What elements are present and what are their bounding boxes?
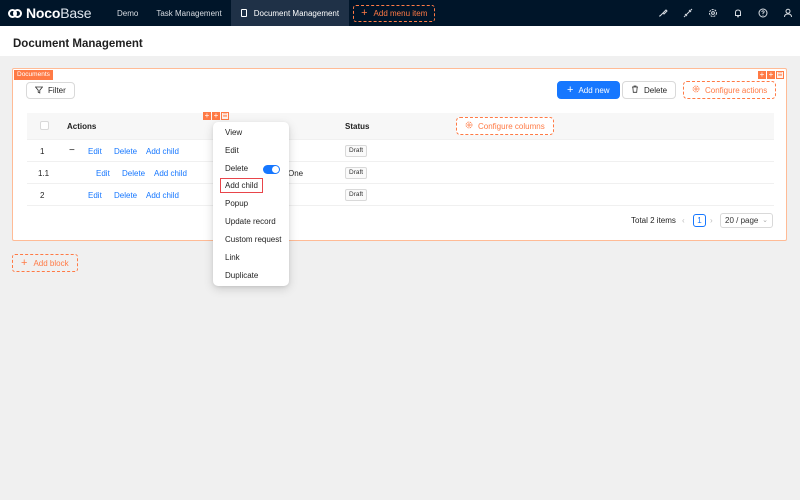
next-page-icon[interactable]: › [710,216,713,225]
add-new-button[interactable]: + Add new [557,81,620,99]
filter-label: Filter [48,86,66,95]
plus-icon: + [21,257,28,269]
logo-text: NocoBase [26,5,92,21]
trash-icon [631,85,639,95]
row-index: 2 [40,191,45,200]
nav-item-label: Document Management [253,8,340,18]
row-delete-link[interactable]: Delete [122,169,145,178]
drag-handle-icon[interactable]: + [758,71,766,79]
table-row[interactable]: 1.1 Edit Delete Add child One Draft [27,162,774,184]
block-designer-controls: + + ≡ [758,71,784,79]
column-settings-dropdown: View Edit Delete Add child Popup Update … [213,122,289,286]
status-badge: Draft [345,145,368,157]
row-delete-link[interactable]: Delete [114,191,137,200]
bell-icon[interactable] [725,0,750,26]
nocobase-logo[interactable]: NocoBase [8,5,108,21]
block-settings-icon[interactable]: ≡ [776,71,784,79]
filter-icon [34,86,44,96]
table-row[interactable]: 1 − Edit Delete Add child Draft [27,140,774,162]
add-new-label: Add new [578,85,610,95]
block-collection-tag: Documents [14,70,53,80]
column-designer-controls: + + ≡ [203,112,229,120]
chevron-down-icon: ⌄ [762,217,768,224]
menu-item-delete[interactable]: Delete [225,164,248,173]
brush-icon[interactable] [650,0,675,26]
configure-actions-button[interactable]: Configure actions [683,81,777,99]
page-title: Document Management [13,38,143,50]
collapse-row-icon[interactable]: − [69,145,75,156]
configure-columns-button[interactable]: Configure columns [456,117,554,135]
menu-item-duplicate[interactable]: Duplicate [225,271,258,280]
plus-icon: + [361,7,368,19]
nav-item-document-management[interactable]: Document Management [230,0,350,26]
pagination-total: Total 2 items [631,216,676,225]
row-index: 1 [40,147,45,156]
nav-item-demo[interactable]: Demo [108,0,147,26]
table-row[interactable]: 2 Edit Delete Add child Draft [27,184,774,206]
page-number-current[interactable]: 1 [693,214,706,227]
help-circle-icon[interactable] [750,0,775,26]
documents-table-block: Documents + + ≡ Filter + Add new Delete … [12,68,787,241]
add-menu-item-button[interactable]: + Add menu item [353,4,436,22]
delete-button[interactable]: Delete [622,81,677,99]
settings-gear-icon[interactable] [700,0,725,26]
configure-columns-label: Configure columns [478,121,545,131]
row-add-child-link[interactable]: Add child [146,147,179,156]
insert-icon[interactable]: + [212,112,220,120]
row-index: 1.1 [38,169,50,178]
user-icon[interactable] [775,0,800,26]
configure-actions-label: Configure actions [705,85,768,95]
row-edit-link[interactable]: Edit [88,147,102,156]
prev-page-icon[interactable]: ‹ [682,216,685,225]
logo-mark-icon [8,8,22,18]
delete-label: Delete [644,85,668,95]
plus-icon: + [567,84,574,96]
insert-icon[interactable]: + [767,71,775,79]
menu-item-custom-request[interactable]: Custom request [225,235,281,244]
status-badge: Draft [345,189,368,201]
row-delete-link[interactable]: Delete [114,147,137,156]
row-title: One [288,169,304,178]
drag-handle-icon[interactable]: + [203,112,211,120]
column-header-status: Status [345,122,370,131]
row-add-child-link[interactable]: Add child [146,191,179,200]
row-add-child-link[interactable]: Add child [154,169,187,178]
page-header: Document Management [0,26,800,56]
settings-icon [692,85,700,95]
menu-item-popup[interactable]: Popup [225,199,248,208]
filter-button[interactable]: Filter [26,82,75,99]
delete-toggle-switch[interactable] [263,165,280,174]
column-settings-icon[interactable]: ≡ [221,112,229,120]
table-header: Actions + + ≡ Status Configure columns [27,112,774,140]
column-header-actions: Actions [67,122,97,131]
menu-item-view[interactable]: View [225,128,242,137]
documents-table: Actions + + ≡ Status Configure columns 1… [27,112,774,206]
add-block-label: Add block [33,258,69,268]
menu-item-edit[interactable]: Edit [225,146,239,155]
top-navigation-bar: NocoBase Demo Task Management Document M… [0,0,800,26]
row-edit-link[interactable]: Edit [96,169,110,178]
document-icon [240,9,247,17]
menu-item-add-child[interactable]: Add child [220,178,263,193]
add-block-button[interactable]: + Add block [12,254,78,272]
select-all-checkbox[interactable] [40,121,49,130]
settings-icon [465,121,473,131]
top-right-toolbar [650,0,800,26]
menu-item-link[interactable]: Link [225,253,240,262]
page-size-select[interactable]: 20 / page ⌄ [720,213,773,228]
nav-item-task-management[interactable]: Task Management [147,0,230,26]
plugin-icon[interactable] [675,0,700,26]
add-menu-item-label: Add menu item [373,8,428,18]
menu-item-update-record[interactable]: Update record [225,217,276,226]
page-size-value: 20 / page [725,216,759,225]
row-edit-link[interactable]: Edit [88,191,102,200]
status-badge: Draft [345,167,368,179]
